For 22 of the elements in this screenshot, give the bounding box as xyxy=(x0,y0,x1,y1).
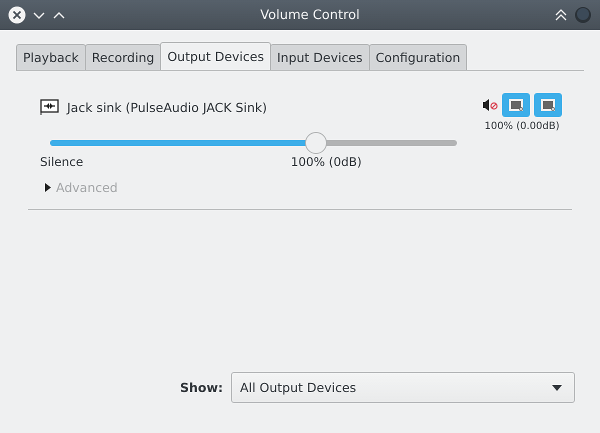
tab[interactable]: Configuration xyxy=(368,44,468,70)
screen-icon xyxy=(508,98,524,112)
volume-reading: 100% (0dB) xyxy=(290,155,362,169)
screen-icon xyxy=(540,98,556,112)
toggle-button[interactable] xyxy=(534,93,562,117)
show-dropdown[interactable]: All Output Devices xyxy=(231,372,576,403)
tab[interactable]: Playback xyxy=(16,44,86,70)
slider-min-label: Silence xyxy=(40,155,84,171)
expander-arrow-icon xyxy=(45,183,51,192)
peak-reading: 100% (0.00dB) xyxy=(484,121,560,132)
device-name: Jack sink (PulseAudio JACK Sink) xyxy=(67,100,268,114)
muted-speaker-icon[interactable] xyxy=(482,98,498,112)
sound-card-icon xyxy=(40,99,59,115)
keep-above-icon[interactable] xyxy=(554,8,568,22)
tab[interactable]: Recording xyxy=(84,44,162,70)
window-title: Volume Control xyxy=(259,8,361,22)
dropdown-arrow-icon xyxy=(552,384,562,390)
toggle-button[interactable] xyxy=(502,93,530,117)
tab[interactable]: Input Devices xyxy=(270,44,370,70)
show-label: Show: xyxy=(180,380,224,395)
close-icon[interactable] xyxy=(8,6,26,24)
volume-slider-handle[interactable] xyxy=(305,132,328,154)
